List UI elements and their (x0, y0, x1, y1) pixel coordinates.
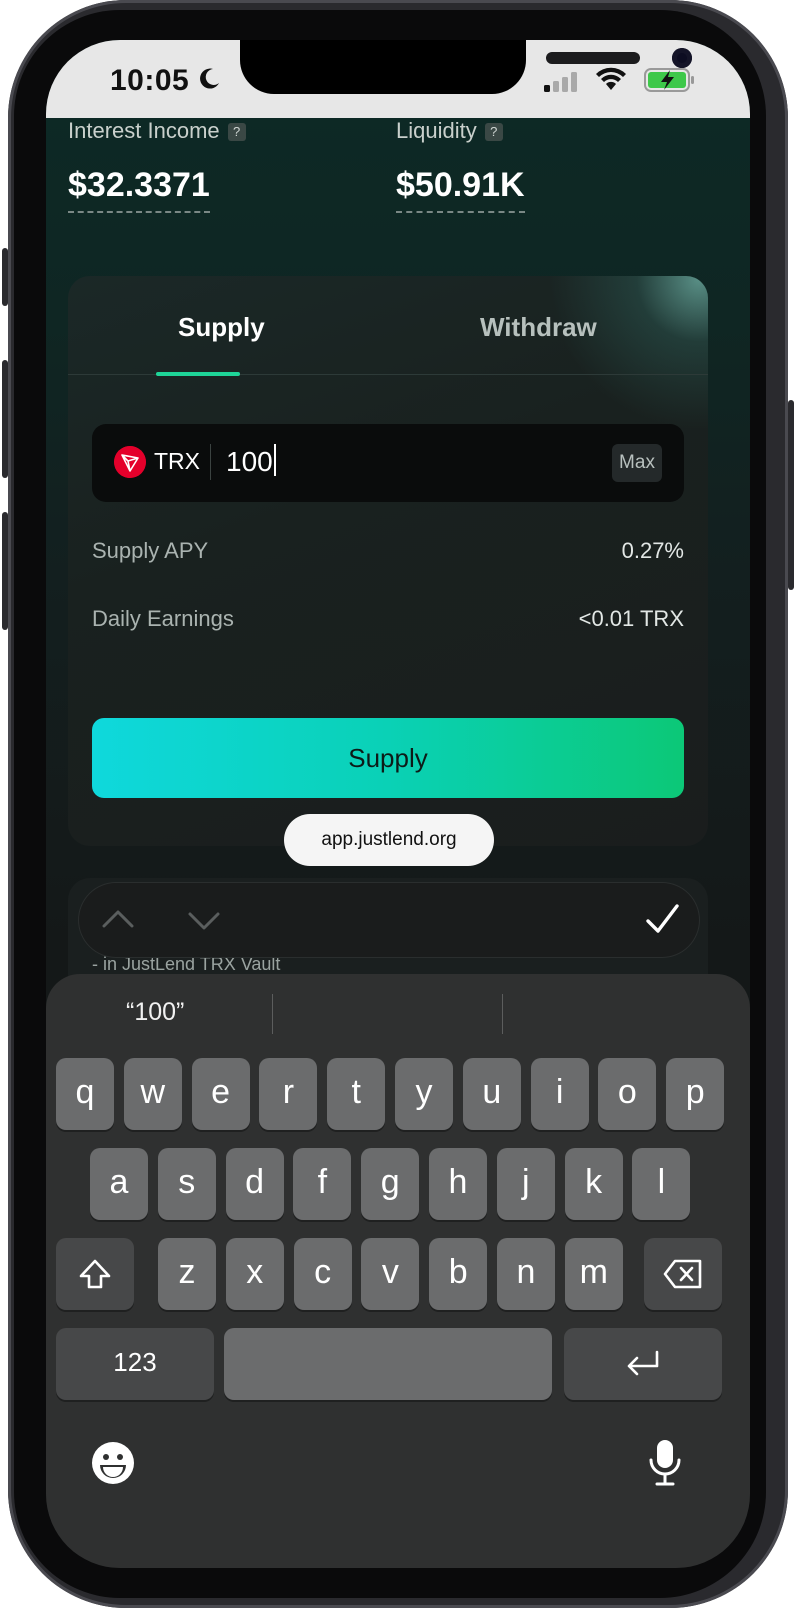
key-h[interactable]: h (429, 1148, 487, 1220)
active-tab-indicator (156, 372, 240, 376)
supply-button[interactable]: Supply (92, 718, 684, 798)
trx-token-icon (114, 446, 146, 478)
key-g[interactable]: g (361, 1148, 420, 1220)
key-f[interactable]: f (293, 1148, 352, 1220)
max-button[interactable]: Max (612, 444, 662, 482)
key-i[interactable]: i (530, 1058, 589, 1130)
supply-card: Supply Withdraw TRX 100 Max Supply APY 0… (68, 276, 708, 846)
backspace-key[interactable] (644, 1238, 722, 1310)
key-o[interactable]: o (598, 1058, 657, 1130)
microphone-icon[interactable] (646, 1438, 684, 1488)
key-j[interactable]: j (496, 1148, 555, 1220)
interest-income-label-text: Interest Income (68, 118, 220, 143)
key-t[interactable]: t (327, 1058, 386, 1130)
previous-field-icon[interactable] (100, 906, 136, 932)
suggestion-divider (272, 994, 273, 1034)
key-p[interactable]: p (666, 1058, 725, 1130)
shift-icon (79, 1259, 111, 1289)
amount-input[interactable]: 100 (226, 444, 276, 478)
key-q[interactable]: q (56, 1058, 114, 1130)
checkmark-icon[interactable] (642, 900, 682, 940)
key-a[interactable]: a (90, 1148, 148, 1220)
notch (240, 40, 692, 94)
daily-earnings-label: Daily Earnings (92, 606, 234, 631)
shift-key[interactable] (56, 1238, 134, 1310)
tab-withdraw[interactable]: Withdraw (480, 312, 597, 343)
amount-value: 100 (226, 446, 273, 477)
key-s[interactable]: s (157, 1148, 216, 1220)
backspace-icon (663, 1259, 702, 1289)
liquidity-value[interactable]: $50.91K (396, 166, 525, 213)
tab-supply[interactable]: Supply (178, 312, 265, 343)
text-caret (273, 444, 276, 476)
key-r[interactable]: r (259, 1058, 318, 1130)
interest-income-label: Interest Income? (68, 118, 246, 144)
input-divider (210, 444, 211, 480)
supply-apy-label: Supply APY (92, 538, 209, 563)
amount-input-box[interactable]: TRX 100 Max (92, 424, 684, 502)
volume-up-button (2, 360, 8, 478)
battery-charging-icon (644, 68, 694, 92)
return-key[interactable] (564, 1328, 722, 1400)
key-y[interactable]: y (395, 1058, 453, 1130)
key-z[interactable]: z (158, 1238, 216, 1310)
next-field-icon[interactable] (186, 908, 222, 934)
supply-apy-value: 0.27% (621, 538, 684, 563)
key-u[interactable]: u (462, 1058, 521, 1130)
space-key[interactable] (224, 1328, 552, 1400)
screen: 10:05 Interest Income? $32.3371 Liquidit… (46, 40, 750, 1568)
mute-switch (2, 248, 8, 306)
speaker (546, 52, 640, 64)
key-w[interactable]: w (123, 1058, 182, 1130)
daily-earnings-value: <0.01 TRX (578, 606, 684, 631)
power-button (788, 400, 794, 590)
suggestion-1[interactable]: “100” (126, 998, 184, 1027)
suggestion-divider (502, 994, 503, 1034)
url-pill[interactable]: app.justlend.org (284, 814, 494, 866)
cellular-signal-icon (544, 72, 577, 92)
key-x[interactable]: x (225, 1238, 284, 1310)
liquidity-label-text: Liquidity (396, 118, 477, 143)
liquidity-label: Liquidity? (396, 118, 503, 144)
key-n[interactable]: n (497, 1238, 555, 1310)
front-camera (672, 48, 692, 68)
moon-icon (200, 68, 219, 89)
key-v[interactable]: v (361, 1238, 420, 1310)
keyboard-accessory-bar (78, 882, 700, 958)
key-c[interactable]: c (293, 1238, 352, 1310)
key-l[interactable]: l (632, 1148, 691, 1220)
numbers-key[interactable]: 123 (56, 1328, 214, 1400)
key-k[interactable]: k (564, 1148, 623, 1220)
liquidity-help-icon[interactable]: ? (484, 123, 503, 141)
key-m[interactable]: m (564, 1238, 623, 1310)
emoji-icon[interactable] (90, 1440, 136, 1486)
status-bar: 10:05 (46, 40, 750, 118)
interest-income-help-icon[interactable]: ? (227, 123, 246, 141)
key-e[interactable]: e (191, 1058, 250, 1130)
wifi-icon (596, 67, 626, 90)
key-d[interactable]: d (225, 1148, 284, 1220)
token-symbol[interactable]: TRX (154, 448, 200, 475)
key-b[interactable]: b (429, 1238, 488, 1310)
return-icon (627, 1350, 659, 1376)
status-time: 10:05 (110, 64, 190, 97)
volume-down-button (2, 512, 8, 630)
interest-income-value[interactable]: $32.3371 (68, 166, 210, 213)
